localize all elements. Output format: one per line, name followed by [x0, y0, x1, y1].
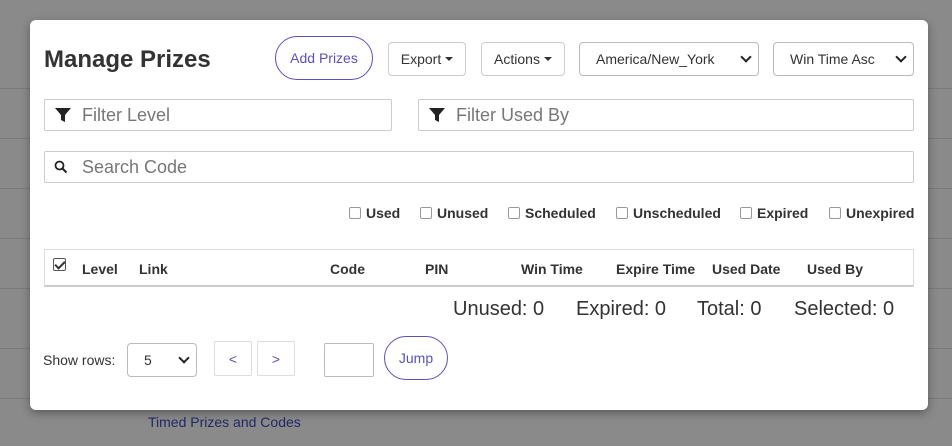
filter-expired-checkbox[interactable]: Expired	[740, 205, 808, 221]
filter-unscheduled-checkbox[interactable]: Unscheduled	[616, 205, 721, 221]
checkbox[interactable]	[508, 207, 520, 219]
chevron-down-icon	[178, 352, 190, 364]
previous-page-button[interactable]: <	[214, 341, 252, 376]
actions-dropdown-button[interactable]: Actions	[481, 42, 565, 76]
column-header-win-time[interactable]: Win Time	[521, 261, 583, 277]
search-icon	[54, 160, 68, 174]
chevron-down-icon	[895, 51, 907, 63]
unused-count: Unused: 0	[453, 298, 545, 320]
caret-down-icon	[445, 57, 454, 61]
prizes-table-header: Level Link Code PIN Win Time Expire Time…	[44, 249, 914, 287]
filter-unscheduled-label: Unscheduled	[633, 205, 721, 221]
next-page-button[interactable]: >	[257, 341, 295, 376]
actions-label: Actions	[494, 51, 540, 67]
column-header-code[interactable]: Code	[330, 261, 365, 277]
filter-used-by-placeholder: Filter Used By	[456, 104, 570, 125]
caret-down-icon	[543, 57, 552, 61]
filter-level-input[interactable]: Filter Level	[44, 99, 392, 131]
total-count: Total: 0	[697, 298, 762, 320]
search-code-input[interactable]: Search Code	[44, 151, 914, 183]
rows-per-page-value: 5	[144, 352, 152, 368]
filter-icon	[55, 108, 71, 122]
sort-value: Win Time Asc	[790, 51, 875, 67]
column-header-expire-time[interactable]: Expire Time	[616, 261, 695, 277]
filter-expired-label: Expired	[757, 205, 809, 221]
rows-per-page-select[interactable]: 5	[127, 343, 197, 377]
column-header-link[interactable]: Link	[139, 261, 168, 277]
filter-unused-label: Unused	[437, 205, 489, 221]
page-number-input[interactable]	[324, 343, 374, 377]
filter-level-placeholder: Filter Level	[82, 104, 171, 125]
timezone-value: America/New_York	[596, 51, 715, 67]
add-prizes-button[interactable]: Add Prizes	[275, 36, 373, 80]
filter-used-checkbox[interactable]: Used	[349, 205, 400, 221]
expired-count: Expired: 0	[576, 298, 667, 320]
column-header-used-by[interactable]: Used By	[807, 261, 863, 277]
filter-used-label: Used	[366, 205, 401, 221]
export-dropdown-button[interactable]: Export	[388, 42, 466, 76]
column-header-level[interactable]: Level	[82, 261, 118, 277]
timed-prizes-link[interactable]: Timed Prizes and Codes	[148, 414, 301, 430]
manage-prizes-modal: Manage Prizes Add Prizes Export Actions …	[30, 20, 928, 410]
column-header-used-date[interactable]: Used Date	[712, 261, 780, 277]
select-all-checkbox[interactable]	[53, 258, 66, 271]
show-rows-label: Show rows:	[43, 352, 116, 368]
filter-unexpired-checkbox[interactable]: Unexpired	[829, 205, 914, 221]
filter-used-by-input[interactable]: Filter Used By	[418, 99, 914, 131]
filter-unused-checkbox[interactable]: Unused	[420, 205, 488, 221]
filter-icon	[429, 108, 445, 122]
jump-button[interactable]: Jump	[384, 336, 448, 380]
filter-unexpired-label: Unexpired	[846, 205, 915, 221]
timezone-select[interactable]: America/New_York	[579, 42, 759, 76]
filter-scheduled-label: Scheduled	[525, 205, 596, 221]
chevron-down-icon	[740, 51, 752, 63]
checkbox[interactable]	[829, 207, 841, 219]
modal-title: Manage Prizes	[44, 46, 211, 73]
export-label: Export	[400, 51, 442, 67]
sort-select[interactable]: Win Time Asc	[773, 42, 914, 76]
search-code-placeholder: Search Code	[82, 156, 188, 177]
checkbox[interactable]	[349, 207, 361, 219]
filter-scheduled-checkbox[interactable]: Scheduled	[508, 205, 596, 221]
selected-count: Selected: 0	[794, 298, 895, 320]
column-header-pin[interactable]: PIN	[425, 261, 448, 277]
checkbox[interactable]	[616, 207, 628, 219]
checkbox[interactable]	[420, 207, 432, 219]
checkbox[interactable]	[740, 207, 752, 219]
